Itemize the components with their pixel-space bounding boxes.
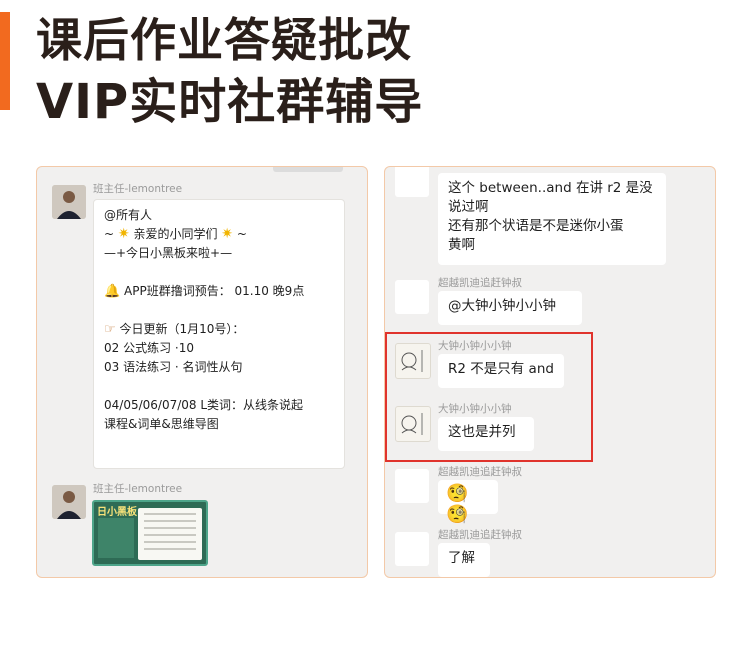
- message-text: 这也是并列: [448, 424, 516, 440]
- mention-all: @所有人: [104, 208, 153, 222]
- board-announce: —+今日小黑板来啦+—: [104, 246, 233, 260]
- headline-line-2: VIP实时社群辅导: [36, 74, 424, 130]
- pointing-hand-icon: ☞: [104, 322, 116, 337]
- preview-text: APP班群撸词预告： 01.10 晚9点: [124, 284, 305, 298]
- image-title: 日小黑板: [97, 507, 137, 518]
- message-bubble[interactable]: R2 不是只有 and: [438, 354, 564, 388]
- user-avatar[interactable]: [395, 280, 429, 314]
- update-item: 03 语法练习 · 名词性从句: [104, 360, 243, 374]
- update-item: 04/05/06/07/08 L类词：从线条说起: [104, 398, 304, 412]
- teacher-avatar[interactable]: [52, 485, 86, 519]
- sender-name: 大钟小钟小小钟: [438, 340, 512, 352]
- update-item: 02 公式练习 ·10: [104, 341, 194, 355]
- message-line: 说过啊: [448, 199, 489, 215]
- sender-name: 大钟小钟小小钟: [438, 403, 512, 415]
- user-avatar[interactable]: [395, 469, 429, 503]
- left-chat-panel[interactable]: 班主任-lemontree @所有人 ~ ✷ 亲爱的小同学们 ✷ ~ —+今日小…: [36, 166, 368, 578]
- message-bubble[interactable]: 这个 between..and 在讲 r2 是没 说过啊 还有那个状语是不是迷你…: [438, 173, 666, 265]
- update-title: 今日更新（1月10号）：: [119, 322, 245, 336]
- right-chat-panel[interactable]: 这个 between..and 在讲 r2 是没 说过啊 还有那个状语是不是迷你…: [384, 166, 716, 578]
- message-text: @大钟小钟小小钟: [448, 298, 556, 314]
- message-bubble[interactable]: @大钟小钟小小钟: [438, 291, 582, 325]
- sender-name: 超越凯迪追赶钟叔: [438, 466, 522, 478]
- message-bubble[interactable]: 这也是并列: [438, 417, 534, 451]
- user-avatar[interactable]: [395, 532, 429, 566]
- message-text: 了解: [448, 550, 475, 566]
- scroll-indicator: [273, 167, 343, 172]
- sparkle-icon: ✷: [117, 226, 130, 242]
- blackboard-image-thumbnail[interactable]: 日小黑板: [92, 500, 208, 566]
- sketch-avatar[interactable]: [395, 406, 431, 442]
- update-item: 课程&词单&思维导图: [104, 417, 219, 431]
- sketch-avatar[interactable]: [395, 343, 431, 379]
- user-avatar[interactable]: [395, 167, 429, 197]
- sender-name: 班主任-lemontree: [93, 483, 183, 495]
- sparkle-icon: ✷: [221, 226, 234, 242]
- message-line: 黄啊: [448, 237, 475, 253]
- message-bubble[interactable]: 🧐🧐: [438, 480, 498, 524]
- sender-name: 班主任-lemontree: [93, 183, 183, 195]
- teacher-avatar[interactable]: [52, 185, 86, 219]
- message-line: 这个 between..and 在讲 r2 是没: [448, 180, 653, 196]
- greeting-text: 亲爱的小同学们: [133, 227, 218, 241]
- bell-icon: 🔔: [104, 284, 121, 299]
- message-line: 还有那个状语是不是迷你小蛋: [448, 218, 624, 234]
- notice-bubble[interactable]: @所有人 ~ ✷ 亲爱的小同学们 ✷ ~ —+今日小黑板来啦+— 🔔 APP班群…: [93, 199, 345, 469]
- message-bubble[interactable]: 了解: [438, 543, 490, 577]
- thinking-face-icon: 🧐🧐: [446, 483, 471, 525]
- message-text: R2 不是只有 and: [448, 361, 554, 377]
- sender-name: 超越凯迪追赶钟叔: [438, 529, 522, 541]
- sender-name: 超越凯迪追赶钟叔: [438, 277, 522, 289]
- accent-bar: [0, 12, 10, 110]
- headline-line-1: 课后作业答疑批改: [36, 13, 412, 67]
